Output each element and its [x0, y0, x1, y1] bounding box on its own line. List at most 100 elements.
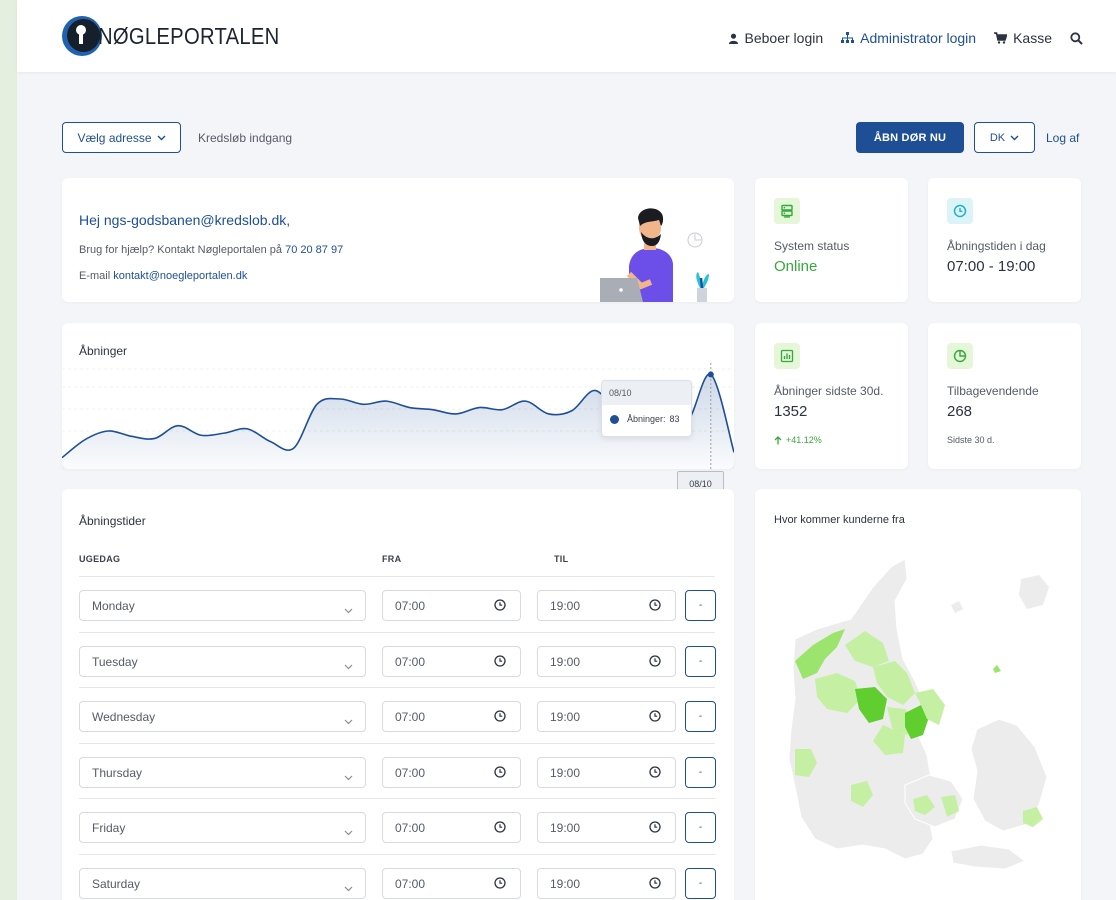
- welcome-greeting: Hej ngs-godsbanen@kredslob.dk,: [79, 212, 291, 228]
- remove-row-button[interactable]: -: [685, 812, 716, 843]
- email-label: E-mail: [79, 270, 111, 282]
- remove-row-button[interactable]: -: [685, 757, 716, 788]
- to-time-input[interactable]: 19:00: [537, 701, 676, 732]
- from-time-input[interactable]: 07:00: [382, 646, 521, 677]
- open-door-button[interactable]: ÅBN DØR NU: [856, 122, 964, 153]
- top-navbar: NØGLEPORTALEN Beboer login Administrator…: [17, 0, 1116, 72]
- row-divider: [79, 687, 715, 688]
- returning-value: 268: [947, 403, 973, 420]
- from-time-input[interactable]: 07:00: [382, 812, 521, 843]
- nav-resident-login[interactable]: Beboer login: [728, 30, 824, 46]
- remove-row-button[interactable]: -: [685, 590, 716, 621]
- arrow-up-icon: [774, 435, 782, 444]
- clock-icon: [649, 877, 661, 892]
- language-label: DK: [989, 131, 1006, 144]
- address-select-label: Vælg adresse: [77, 130, 152, 145]
- to-time-input[interactable]: 19:00: [537, 646, 676, 677]
- chevron-down-icon: [344, 881, 353, 895]
- openings-30d-label: Åbninger sidste 30d.: [774, 384, 884, 398]
- search-button[interactable]: [1070, 31, 1089, 45]
- weekday-value: Monday: [92, 598, 135, 613]
- clock-icon: [494, 766, 506, 781]
- from-time-input[interactable]: 07:00: [382, 757, 521, 788]
- opening-today-label: Åbningstiden i dag: [947, 239, 1046, 253]
- legend-dot: [610, 414, 619, 424]
- row-divider: [79, 798, 715, 799]
- logo[interactable]: NØGLEPORTALEN: [62, 16, 304, 56]
- customer-map-card: Hvor kommer kunderne fra: [755, 489, 1081, 900]
- logout-link[interactable]: Log af: [1046, 131, 1079, 145]
- openings-30d-card: Åbninger sidste 30d. 1352 +41.12%: [755, 323, 908, 469]
- data-point[interactable]: [707, 371, 714, 378]
- help-text: Brug for hjælp? Kontakt Nøgleportalen på: [79, 244, 283, 256]
- language-select[interactable]: DK: [974, 122, 1035, 153]
- col-to: TIL: [554, 554, 569, 564]
- weekday-select[interactable]: Saturday: [79, 868, 366, 899]
- nav-label: Beboer login: [744, 30, 824, 46]
- user-icon: [728, 33, 738, 44]
- returning-sub: Sidste 30 d.: [947, 435, 995, 445]
- from-time-input[interactable]: 07:00: [382, 701, 521, 732]
- address-select-button[interactable]: Vælg adresse: [62, 122, 181, 153]
- returning-label: Tilbagevendende: [947, 384, 1039, 398]
- chart-title: Åbninger: [79, 344, 128, 358]
- weekday-value: Thursday: [92, 765, 143, 780]
- to-time-input[interactable]: 19:00: [537, 757, 676, 788]
- row-divider: [79, 743, 715, 744]
- weekday-value: Tuesday: [92, 654, 138, 669]
- clock-icon: [649, 599, 661, 614]
- from-time-value: 07:00: [395, 654, 426, 669]
- weekday-select[interactable]: Monday: [79, 590, 366, 621]
- clock-icon: [494, 710, 506, 725]
- from-time-value: 07:00: [395, 765, 426, 780]
- map-title: Hvor kommer kunderne fra: [774, 514, 905, 526]
- weekday-select[interactable]: Friday: [79, 812, 366, 843]
- chevron-down-icon: [344, 714, 353, 728]
- row-divider: [79, 854, 715, 855]
- system-status-card: System status Online: [755, 178, 908, 302]
- clock-icon: [649, 655, 661, 670]
- schedule-title: Åbningstider: [79, 514, 146, 528]
- to-time-value: 19:00: [550, 765, 581, 780]
- from-time-value: 07:00: [395, 598, 426, 613]
- to-time-input[interactable]: 19:00: [537, 590, 676, 621]
- opening-hours-card: Åbningstider UGEDAG FRA TIL Monday 07:00…: [62, 489, 734, 900]
- search-icon: [1070, 31, 1083, 45]
- row-divider: [79, 632, 715, 633]
- system-status-value: Online: [774, 258, 818, 275]
- help-text-line: Brug for hjælp? Kontakt Nøgleportalen på…: [79, 244, 343, 256]
- openings-change: +41.12%: [774, 435, 822, 445]
- nav-admin-login[interactable]: Administrator login: [841, 30, 976, 46]
- remove-row-button[interactable]: -: [685, 646, 716, 677]
- openings-30d-value: 1352: [774, 403, 808, 420]
- tooltip-series: Åbninger: [627, 414, 664, 424]
- weekday-select[interactable]: Tuesday: [79, 646, 366, 677]
- chevron-down-icon: [344, 659, 353, 673]
- nav-label: Kasse: [1013, 30, 1052, 46]
- clock-icon: [494, 821, 506, 836]
- welcome-card: Hej ngs-godsbanen@kredslob.dk, Brug for …: [62, 178, 734, 302]
- to-time-input[interactable]: 19:00: [537, 812, 676, 843]
- clock-icon: [494, 877, 506, 892]
- remove-row-button[interactable]: -: [685, 868, 716, 899]
- email-link[interactable]: kontakt@noegleportalen.dk: [113, 270, 247, 282]
- remove-row-button[interactable]: -: [685, 701, 716, 732]
- phone-link[interactable]: 70 20 87 97: [285, 244, 343, 256]
- bar-chart-icon: [774, 343, 800, 369]
- weekday-value: Friday: [92, 820, 126, 835]
- from-time-value: 07:00: [395, 820, 426, 835]
- tooltip-date: 08/10: [602, 381, 691, 405]
- pie-chart-icon: [947, 343, 973, 369]
- denmark-map[interactable]: [755, 549, 1081, 900]
- email-line: E-mail kontakt@noegleportalen.dk: [79, 270, 247, 282]
- weekday-select[interactable]: Thursday: [79, 757, 366, 788]
- weekday-select[interactable]: Wednesday: [79, 701, 366, 732]
- from-time-value: 07:00: [395, 709, 426, 724]
- from-time-input[interactable]: 07:00: [382, 868, 521, 899]
- clock-icon: [649, 766, 661, 781]
- cart-icon: [994, 32, 1008, 44]
- from-time-input[interactable]: 07:00: [382, 590, 521, 621]
- nav-cart[interactable]: Kasse: [994, 30, 1052, 46]
- to-time-input[interactable]: 19:00: [537, 868, 676, 899]
- clock-icon: [649, 821, 661, 836]
